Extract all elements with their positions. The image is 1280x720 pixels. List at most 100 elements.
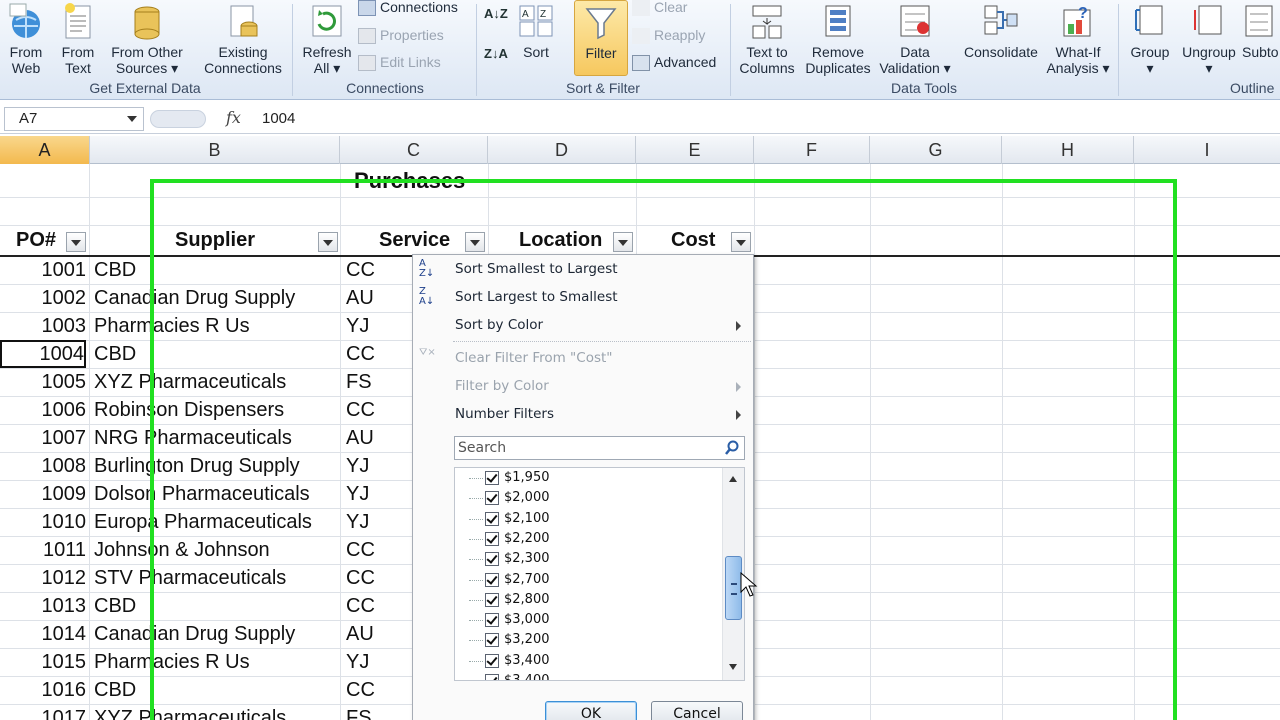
cell-supplier[interactable]: Pharmacies R Us <box>94 312 250 340</box>
filter-value-item[interactable]: $1,950 <box>469 468 709 488</box>
cell-supplier[interactable]: CBD <box>94 676 136 704</box>
cell-supplier[interactable]: NRG Pharmaceuticals <box>94 424 292 452</box>
advanced-button[interactable]: Advanced <box>632 52 716 72</box>
cell-supplier[interactable]: Burlington Drug Supply <box>94 452 300 480</box>
column-header-i[interactable]: I <box>1134 136 1280 164</box>
cell-supplier[interactable]: Canadian Drug Supply <box>94 620 295 648</box>
cell-service[interactable]: YJ <box>346 312 369 340</box>
filter-value-item[interactable]: $2,700 <box>469 570 709 590</box>
checkbox-checked-icon[interactable] <box>485 613 499 628</box>
ok-button[interactable]: OK <box>545 701 637 720</box>
cell-service[interactable]: FS <box>346 368 372 396</box>
checkbox-checked-icon[interactable] <box>485 511 499 526</box>
column-header-e[interactable]: E <box>636 136 754 164</box>
group-button[interactable]: Group ▾ <box>1124 2 1176 76</box>
cell-po[interactable]: 1009 <box>0 480 87 508</box>
filter-dropdown-supplier[interactable] <box>318 232 338 252</box>
checkbox-checked-icon[interactable] <box>485 531 499 546</box>
cell-po[interactable]: 1008 <box>0 452 87 480</box>
cell-po[interactable]: 1005 <box>0 368 87 396</box>
filter-values-list[interactable]: $1,950 $2,000 $2,100 $2,200 $2,300 $2,700 $2,8… <box>454 467 745 681</box>
cell-po[interactable]: 1001 <box>0 256 87 284</box>
cell-service[interactable]: CC <box>346 340 375 368</box>
cell-po[interactable]: 1006 <box>0 396 87 424</box>
cell-service[interactable]: AU <box>346 424 374 452</box>
cell-supplier[interactable]: CBD <box>94 592 136 620</box>
data-validation-button[interactable]: Data Validation ▾ <box>874 2 956 76</box>
cell-po[interactable]: 1004 <box>0 340 86 368</box>
column-header-a[interactable]: A <box>0 136 90 164</box>
clear-button[interactable]: Clear <box>632 0 687 17</box>
cell-supplier[interactable]: Europa Pharmaceuticals <box>94 508 312 536</box>
cell-supplier[interactable]: XYZ Pharmaceuticals <box>94 704 286 720</box>
reapply-button[interactable]: Reapply <box>632 25 705 45</box>
column-header-d[interactable]: D <box>488 136 636 164</box>
cell-service[interactable]: YJ <box>346 452 369 480</box>
checkbox-checked-icon[interactable] <box>485 592 499 607</box>
remove-duplicates-button[interactable]: Remove Duplicates <box>802 2 874 76</box>
cell-supplier[interactable]: CBD <box>94 256 136 284</box>
cell-supplier[interactable]: Pharmacies R Us <box>94 648 250 676</box>
cell-po[interactable]: 1010 <box>0 508 87 536</box>
cell-supplier[interactable]: XYZ Pharmaceuticals <box>94 368 286 396</box>
checkbox-checked-icon[interactable] <box>485 674 499 680</box>
filter-value-item[interactable]: $3,000 <box>469 610 709 630</box>
checkbox-checked-icon[interactable] <box>485 572 499 587</box>
cell-service[interactable]: YJ <box>346 480 369 508</box>
filter-value-item[interactable]: $2,800 <box>469 590 709 610</box>
cell-po[interactable]: 1014 <box>0 620 87 648</box>
ungroup-button[interactable]: Ungroup ▾ <box>1176 2 1242 76</box>
filter-value-item[interactable]: $2,100 <box>469 509 709 529</box>
from-other-sources-button[interactable]: From Other Sources ▾ <box>106 2 188 76</box>
column-header-h[interactable]: H <box>1002 136 1134 164</box>
cell-service[interactable]: CC <box>346 564 375 592</box>
filter-by-color-item[interactable]: Filter by Color <box>413 372 753 400</box>
cell-po[interactable]: 1012 <box>0 564 87 592</box>
cell-supplier[interactable]: Canadian Drug Supply <box>94 284 295 312</box>
cell-po[interactable]: 1017 <box>0 704 87 720</box>
cell-po[interactable]: 1003 <box>0 312 87 340</box>
from-web-button[interactable]: From Web <box>4 2 48 76</box>
cell-service[interactable]: AU <box>346 620 374 648</box>
cell-service[interactable]: CC <box>346 592 375 620</box>
column-header-b[interactable]: B <box>90 136 340 164</box>
column-header-c[interactable]: C <box>340 136 488 164</box>
cell-service[interactable]: CC <box>346 676 375 704</box>
refresh-all-button[interactable]: Refresh All ▾ <box>300 2 354 76</box>
sort-largest-to-smallest-item[interactable]: Z A↓ Sort Largest to Smallest <box>413 283 753 311</box>
cell-po[interactable]: 1002 <box>0 284 87 312</box>
cell-service[interactable]: FS <box>346 704 372 720</box>
what-if-analysis-button[interactable]: ? What-If Analysis ▾ <box>1042 2 1114 76</box>
cell-po[interactable]: 1015 <box>0 648 87 676</box>
cell-service[interactable]: AU <box>346 284 374 312</box>
filter-value-item[interactable]: $2,300 <box>469 549 709 569</box>
filter-dropdown-cost[interactable] <box>731 232 751 252</box>
filter-value-item[interactable]: $2,200 <box>469 529 709 549</box>
checkbox-checked-icon[interactable] <box>485 633 499 648</box>
column-header-f[interactable]: F <box>754 136 870 164</box>
sort-button[interactable]: AZ Sort <box>514 2 558 60</box>
cell-po[interactable]: 1007 <box>0 424 87 452</box>
formula-bar-resize-handle[interactable] <box>150 110 206 128</box>
cell-supplier[interactable]: Johnson & Johnson <box>94 536 270 564</box>
filter-value-item[interactable]: $2,000 <box>469 488 709 508</box>
insert-function-icon[interactable]: fx <box>226 108 241 127</box>
checkbox-checked-icon[interactable] <box>485 471 499 485</box>
name-box-dropdown-icon[interactable] <box>127 116 137 122</box>
column-header-g[interactable]: G <box>870 136 1002 164</box>
checkbox-checked-icon[interactable] <box>485 552 499 567</box>
cell-service[interactable]: CC <box>346 396 375 424</box>
existing-connections-button[interactable]: Existing Connections <box>198 2 288 76</box>
properties-button[interactable]: Properties <box>358 25 444 45</box>
sort-smallest-to-largest-item[interactable]: A Z↓ Sort Smallest to Largest <box>413 255 753 283</box>
cell-supplier[interactable]: Robinson Dispensers <box>94 396 284 424</box>
cell-po[interactable]: 1013 <box>0 592 87 620</box>
cell-service[interactable]: YJ <box>346 508 369 536</box>
filter-dropdown-po[interactable] <box>66 232 86 252</box>
sort-z-a-button[interactable]: Z↓A <box>484 44 508 64</box>
cell-supplier[interactable]: Dolson Pharmaceuticals <box>94 480 310 508</box>
scroll-up-icon[interactable] <box>729 476 737 482</box>
cell-supplier[interactable]: CBD <box>94 340 136 368</box>
cell-po[interactable]: 1011 <box>0 536 86 564</box>
formula-input[interactable]: 1004 <box>262 110 295 127</box>
